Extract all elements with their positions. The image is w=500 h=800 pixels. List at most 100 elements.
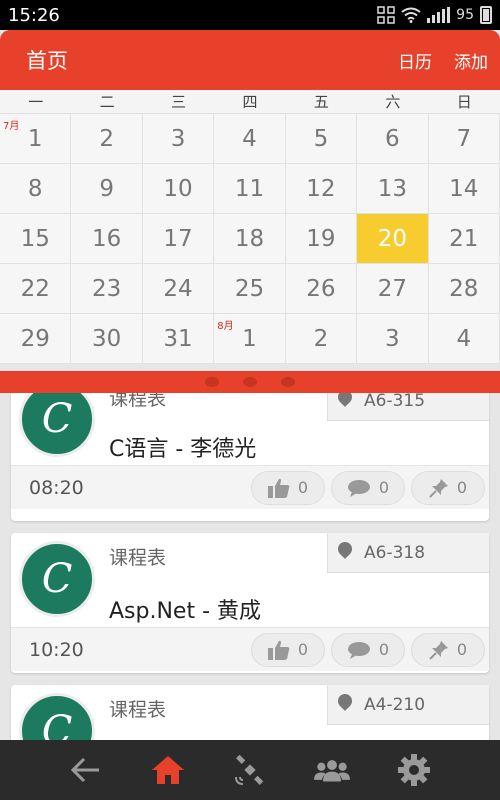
status-bar: 15:26 95 bbox=[0, 0, 500, 30]
handle-dot bbox=[205, 377, 219, 387]
location-pin-icon bbox=[335, 539, 355, 559]
day-number: 7 bbox=[456, 125, 472, 152]
calendar-day[interactable]: 7 bbox=[428, 114, 500, 164]
day-number: 8 bbox=[27, 175, 43, 202]
back-button[interactable] bbox=[68, 752, 104, 788]
calendar-day[interactable]: 13 bbox=[357, 164, 429, 214]
pin-button[interactable]: 0 bbox=[411, 632, 485, 667]
settings-button[interactable] bbox=[396, 752, 432, 788]
pin-button[interactable]: 0 bbox=[411, 470, 485, 505]
handle-dot bbox=[243, 377, 257, 387]
day-number: 22 bbox=[20, 275, 50, 302]
calendar-day[interactable]: 21 bbox=[428, 214, 500, 264]
calendar-day[interactable]: 6 bbox=[357, 114, 429, 164]
weekday-label: 五 bbox=[313, 93, 329, 111]
like-count: 0 bbox=[297, 640, 309, 659]
calendar-day[interactable]: 8 bbox=[0, 164, 72, 214]
calendar-day[interactable]: 26 bbox=[285, 264, 358, 314]
calendar-day[interactable]: 7月 1 bbox=[0, 114, 72, 164]
schedule-card[interactable]: C 课程表 A6-315 C语言 - 李德光 08:20 0 0 0 bbox=[11, 393, 489, 521]
battery-level: 95 bbox=[456, 7, 474, 23]
calendar-day[interactable]: 10 bbox=[142, 164, 215, 214]
card-footer: 10:20 0 0 0 bbox=[11, 627, 489, 671]
calendar-day[interactable]: 16 bbox=[71, 214, 143, 264]
calendar-day[interactable]: 17 bbox=[142, 214, 215, 264]
card-type: 课程表 bbox=[109, 699, 167, 721]
calendar-day[interactable]: 9 bbox=[71, 164, 143, 214]
calendar-day-selected[interactable]: 20 bbox=[357, 214, 429, 264]
weekday-label: 四 bbox=[242, 93, 258, 111]
calendar-day[interactable]: 2 bbox=[71, 114, 143, 164]
calendar-drag-handle[interactable] bbox=[0, 371, 500, 393]
calendar-day[interactable]: 24 bbox=[142, 264, 215, 314]
day-number: 18 bbox=[234, 225, 265, 252]
comment-icon bbox=[347, 641, 370, 659]
calendar-day[interactable]: 14 bbox=[428, 164, 500, 214]
schedule-card[interactable]: C 课程表 A4-210 bbox=[11, 685, 489, 740]
calendar-day[interactable]: 11 bbox=[214, 164, 286, 214]
calendar-day[interactable]: 29 bbox=[0, 314, 72, 364]
calendar: 一 二 三 四 五 六 日 7月 1 2 3 4 5 6 7 8 9 10 11 12 13 14 15 16 1… bbox=[0, 90, 500, 364]
comment-count: 0 bbox=[378, 640, 390, 659]
add-button[interactable]: 添加 bbox=[454, 48, 488, 73]
calendar-day[interactable]: 18 bbox=[214, 214, 286, 264]
day-number: 3 bbox=[170, 125, 186, 152]
comment-button[interactable]: 0 bbox=[331, 632, 405, 667]
calendar-grid: 7月 1 2 3 4 5 6 7 8 9 10 11 12 13 14 15 16 17 18 19 20 21 22 23 2… bbox=[0, 114, 500, 364]
weekday-label: 三 bbox=[171, 93, 187, 111]
calendar-day[interactable]: 30 bbox=[71, 314, 143, 364]
calendar-day[interactable]: 19 bbox=[285, 214, 358, 264]
calendar-day[interactable]: 8月 1 bbox=[214, 314, 286, 364]
status-time: 15:26 bbox=[8, 4, 60, 26]
calendar-day[interactable]: 3 bbox=[142, 114, 215, 164]
calendar-day[interactable]: 31 bbox=[142, 314, 215, 364]
day-number: 13 bbox=[377, 175, 407, 202]
contacts-button[interactable] bbox=[314, 752, 350, 788]
day-number: 2 bbox=[313, 325, 329, 352]
calendar-day[interactable]: 27 bbox=[357, 264, 429, 314]
day-number: 15 bbox=[20, 225, 50, 252]
calendar-day[interactable]: 25 bbox=[214, 264, 286, 314]
day-number: 17 bbox=[163, 225, 193, 252]
weekday-label: 六 bbox=[385, 93, 401, 111]
comment-button[interactable]: 0 bbox=[331, 470, 405, 505]
day-number: 28 bbox=[449, 275, 479, 302]
location-badge: A6-318 bbox=[327, 533, 489, 573]
day-number: 30 bbox=[91, 325, 122, 352]
day-number: 27 bbox=[377, 275, 407, 302]
avatar-letter: C bbox=[41, 556, 73, 602]
calendar-day[interactable]: 5 bbox=[285, 114, 358, 164]
calendar-day[interactable]: 3 bbox=[357, 314, 429, 364]
card-type: 课程表 bbox=[109, 547, 167, 569]
calendar-day[interactable]: 22 bbox=[0, 264, 72, 314]
calendar-day[interactable]: 12 bbox=[285, 164, 358, 214]
calendar-day[interactable]: 23 bbox=[71, 264, 143, 314]
calendar-day[interactable]: 4 bbox=[428, 314, 500, 364]
battery-icon bbox=[480, 6, 492, 24]
day-number: 4 bbox=[242, 125, 257, 152]
calendar-day[interactable]: 2 bbox=[285, 314, 358, 364]
bottom-nav bbox=[0, 740, 500, 800]
day-number: 29 bbox=[20, 325, 50, 352]
like-count: 0 bbox=[297, 478, 309, 497]
day-number: 9 bbox=[99, 175, 114, 202]
calendar-day[interactable]: 4 bbox=[214, 114, 286, 164]
page-title: 首页 bbox=[26, 49, 68, 73]
calendar-day[interactable]: 28 bbox=[428, 264, 500, 314]
day-number: 1 bbox=[27, 125, 43, 152]
month-label: 7月 bbox=[3, 121, 20, 132]
group-icon bbox=[314, 760, 350, 782]
location-pin-icon bbox=[335, 393, 355, 407]
calendar-button[interactable]: 日历 bbox=[398, 48, 432, 73]
home-button[interactable] bbox=[150, 752, 186, 788]
day-number: 26 bbox=[306, 275, 336, 302]
like-button[interactable]: 0 bbox=[251, 470, 325, 505]
calendar-day[interactable]: 15 bbox=[0, 214, 72, 264]
schedule-card[interactable]: C 课程表 A6-318 Asp.Net - 黄成 10:20 0 0 0 bbox=[11, 533, 489, 673]
schedule-list: C 课程表 A6-315 C语言 - 李德光 08:20 0 0 0 C 课程表… bbox=[0, 393, 500, 740]
discover-button[interactable] bbox=[232, 752, 268, 788]
like-button[interactable]: 0 bbox=[251, 632, 325, 667]
day-number: 19 bbox=[306, 225, 336, 252]
month-label: 8月 bbox=[217, 321, 234, 332]
settings-icon bbox=[398, 754, 430, 786]
